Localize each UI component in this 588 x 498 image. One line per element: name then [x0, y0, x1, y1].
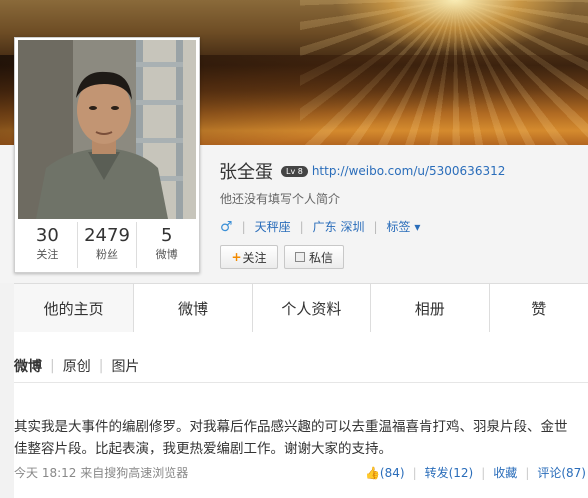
meta-divider: | — [299, 219, 304, 234]
feed-divider — [14, 382, 588, 383]
chevron-down-icon: ▾ — [414, 220, 421, 234]
stat-posts-count: 5 — [160, 225, 173, 246]
profile-name: 张全蛋 — [219, 162, 273, 183]
post-text: 其实我是大事件的编剧修罗。对我幕后作品感兴趣的可以去重温福喜肯打鸡、羽泉片段、金… — [14, 419, 568, 457]
like-count: (84) — [379, 465, 405, 480]
level-badge[interactable]: Lv 8 — [281, 165, 308, 177]
constellation-link[interactable]: 天秤座 — [255, 218, 291, 235]
stat-fans-label: 粉丝 — [96, 248, 118, 261]
stats-bar: 30 关注 2479 粉丝 5 微博 — [18, 222, 196, 268]
filter-all[interactable]: 微博 — [14, 356, 42, 376]
follow-button[interactable]: + 关注 — [220, 245, 278, 269]
tab-profile-info[interactable]: 个人资料 — [253, 284, 372, 332]
post-actions: 👍(84) | 转发(12) | 收藏 | 评论(87) — [365, 464, 586, 481]
message-label: 私信 — [308, 250, 333, 265]
male-icon: ♂ — [220, 218, 233, 235]
plus-icon: + — [231, 250, 242, 264]
message-icon — [294, 252, 305, 262]
profile-url-link[interactable]: http://weibo.com/u/5300636312 — [312, 164, 506, 178]
follow-label: 关注 — [242, 250, 267, 265]
location-link[interactable]: 广东 深圳 — [313, 218, 365, 235]
action-divider: | — [481, 465, 486, 480]
stat-posts[interactable]: 5 微博 — [137, 222, 196, 268]
thumbs-up-icon: 👍 — [364, 465, 380, 480]
meta-divider: | — [373, 219, 378, 234]
stat-posts-label: 微博 — [155, 248, 178, 261]
avatar[interactable] — [18, 40, 196, 219]
filter-divider: | — [50, 358, 55, 374]
tags-dropdown[interactable]: 标签 ▾ — [387, 218, 421, 235]
stat-fans[interactable]: 2479 粉丝 — [78, 222, 138, 268]
profile-intro: 他还没有填写个人简介 — [220, 192, 341, 206]
profile-name-row: 张全蛋 Lv 8 http://weibo.com/u/5300636312 — [219, 158, 505, 184]
stat-following-label: 关注 — [36, 248, 59, 261]
tags-label: 标签 — [386, 220, 411, 234]
tab-likes[interactable]: 赞 — [490, 284, 588, 332]
tab-home[interactable]: 他的主页 — [14, 284, 135, 332]
favorite-button[interactable]: 收藏 — [493, 464, 517, 481]
stat-following-count: 30 — [35, 225, 59, 246]
message-button[interactable]: 私信 — [284, 245, 344, 269]
tab-weibo[interactable]: 微博 — [134, 284, 253, 332]
filter-original[interactable]: 原创 — [63, 356, 91, 376]
avatar-photo — [18, 40, 196, 219]
feed-panel: 微博 | 原创 | 图片 其实我是大事件的编剧修罗。对我幕后作品感兴趣的可以去重… — [14, 332, 588, 498]
feed-filters: 微博 | 原创 | 图片 — [14, 356, 139, 376]
comment-button[interactable]: 评论(87) — [537, 464, 586, 481]
post-source[interactable]: 来自搜狗高速浏览器 — [80, 466, 188, 480]
filter-divider: | — [98, 358, 104, 374]
stat-fans-count: 2479 — [84, 225, 130, 246]
filter-pictures[interactable]: 图片 — [111, 356, 139, 376]
tab-album[interactable]: 相册 — [371, 284, 490, 332]
action-divider: | — [412, 465, 417, 480]
profile-tabs: 他的主页 微博 个人资料 相册 赞 — [14, 283, 588, 333]
post-meta: 今天 18:12 来自搜狗高速浏览器 — [14, 464, 188, 481]
repost-button[interactable]: 转发(12) — [425, 464, 474, 481]
post-time[interactable]: 今天 18:12 — [14, 466, 76, 480]
action-divider: | — [525, 465, 530, 480]
meta-divider: | — [241, 219, 246, 234]
stat-following[interactable]: 30 关注 — [18, 222, 78, 268]
profile-meta: ♂ | 天秤座 | 广东 深圳 | 标签 ▾ — [220, 218, 420, 235]
avatar-frame: 30 关注 2479 粉丝 5 微博 — [14, 37, 200, 273]
like-button[interactable]: 👍(84) — [365, 466, 405, 480]
